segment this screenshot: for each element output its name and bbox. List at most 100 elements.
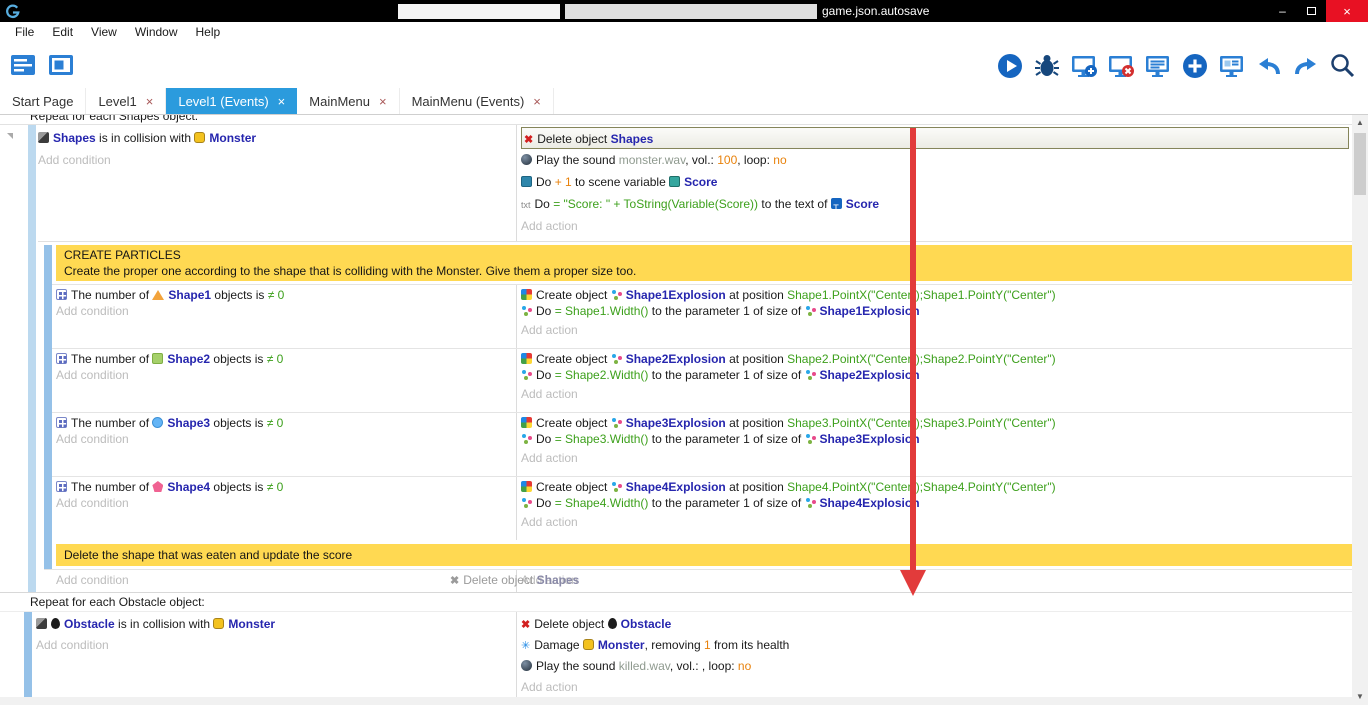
action-size-shape4explosion[interactable]: Do = Shape4.Width() to the parameter 1 o… [521, 495, 1352, 511]
tab-mainmenu-events[interactable]: MainMenu (Events) × [400, 88, 554, 114]
condition-shape3-count[interactable]: The number of Shape3 objects is ≠ 0 [56, 415, 516, 431]
conditions-cell[interactable]: Shapes is in collision with Monster Add … [38, 125, 517, 241]
event-row-empty[interactable]: Add condition Add action ✖Delete object … [44, 569, 1352, 592]
tab-start-page[interactable]: Start Page [0, 88, 86, 114]
create-object-icon [521, 289, 532, 300]
comment-delete-shape[interactable]: Delete the shape that was eaten and upda… [56, 544, 1352, 566]
search-icon[interactable] [1328, 51, 1358, 81]
monster-icon [213, 618, 224, 629]
add-scene-icon[interactable] [1069, 51, 1099, 81]
maximize-button[interactable] [1297, 0, 1326, 22]
add-action-link[interactable]: Add action [521, 215, 1352, 237]
add-condition-link[interactable]: Add condition [38, 149, 516, 171]
close-tab-icon[interactable]: × [278, 94, 286, 109]
play-preview-icon[interactable] [995, 51, 1025, 81]
menu-help[interactable]: Help [187, 22, 230, 43]
scene-list-icon[interactable] [1143, 51, 1173, 81]
comment-create-particles[interactable]: CREATE PARTICLES Create the proper one a… [56, 245, 1352, 281]
conditions-cell[interactable]: The number of Shape1 objects is ≠ 0 Add … [56, 285, 517, 348]
action-create-shape2explosion[interactable]: Create object Shape2Explosion at positio… [521, 351, 1352, 367]
scroll-down-icon[interactable]: ▼ [1352, 689, 1368, 705]
actions-cell[interactable]: Create object Shape4Explosion at positio… [517, 477, 1352, 540]
add-action-link[interactable]: Add action [521, 386, 1352, 402]
add-condition-link[interactable]: Add condition [56, 303, 516, 319]
action-create-shape1explosion[interactable]: Create object Shape1Explosion at positio… [521, 287, 1352, 303]
action-play-sound-killed[interactable]: Play the sound killed.wav, vol.: , loop:… [521, 656, 1352, 677]
fold-marker-icon[interactable] [7, 133, 13, 139]
event-row-obstacle-collision[interactable]: Obstacle is in collision with Monster Ad… [36, 612, 1352, 698]
scroll-up-icon[interactable]: ▲ [1352, 115, 1368, 131]
actions-cell[interactable]: Create object Shape1Explosion at positio… [517, 285, 1352, 348]
action-delete-shapes[interactable]: ✖Delete object Shapes [521, 127, 1349, 149]
menu-window[interactable]: Window [126, 22, 187, 43]
conditions-cell[interactable]: Obstacle is in collision with Monster Ad… [36, 612, 517, 698]
close-tab-icon[interactable]: × [146, 94, 154, 109]
conditions-cell[interactable]: The number of Shape4 objects is ≠ 0 Add … [56, 477, 517, 540]
foreach-shapes-header[interactable]: Repeat for each Shapes object: [0, 115, 1352, 125]
action-size-shape1explosion[interactable]: Do = Shape1.Width() to the parameter 1 o… [521, 303, 1352, 319]
add-object-icon[interactable] [1180, 51, 1210, 81]
menu-edit[interactable]: Edit [43, 22, 82, 43]
tab-level1[interactable]: Level1 × [86, 88, 166, 114]
condition-shape2-count[interactable]: The number of Shape2 objects is ≠ 0 [56, 351, 516, 367]
add-condition-link[interactable]: Add condition [36, 635, 516, 656]
action-set-text[interactable]: txtDo = "Score: " + ToString(Variable(Sc… [521, 193, 1352, 215]
undo-icon[interactable] [1254, 51, 1284, 81]
action-delete-obstacle[interactable]: ✖Delete object Obstacle [521, 614, 1352, 635]
close-tab-icon[interactable]: × [533, 94, 541, 109]
event-row-shape4[interactable]: The number of Shape4 objects is ≠ 0 Add … [44, 476, 1352, 540]
delete-scene-icon[interactable] [1106, 51, 1136, 81]
close-tab-icon[interactable]: × [379, 94, 387, 109]
edit-scene-icon[interactable] [1217, 51, 1247, 81]
condition-shape1-count[interactable]: The number of Shape1 objects is ≠ 0 [56, 287, 516, 303]
action-size-shape3explosion[interactable]: Do = Shape3.Width() to the parameter 1 o… [521, 431, 1352, 447]
actions-cell[interactable]: ✖Delete object Shapes Play the sound mon… [517, 125, 1352, 241]
add-action-link[interactable]: Add action [521, 514, 1352, 530]
open-project-icon[interactable] [8, 51, 38, 81]
add-action-link[interactable]: Add action [521, 450, 1352, 466]
event-row-shapes-collision[interactable]: Shapes is in collision with Monster Add … [38, 125, 1352, 242]
add-condition-link[interactable]: Add condition [56, 367, 516, 383]
add-action-link[interactable]: Add action [521, 677, 1352, 698]
actions-cell[interactable]: Create object Shape2Explosion at positio… [517, 349, 1352, 412]
action-scene-variable[interactable]: Do + 1 to scene variable Score [521, 171, 1352, 193]
menu-view[interactable]: View [82, 22, 126, 43]
debug-icon[interactable] [1032, 51, 1062, 81]
actions-cell[interactable]: ✖Delete object Obstacle ✳Damage Monster,… [517, 612, 1352, 698]
action-create-shape3explosion[interactable]: Create object Shape3Explosion at positio… [521, 415, 1352, 431]
action-play-sound[interactable]: Play the sound monster.wav, vol.: 100, l… [521, 149, 1352, 171]
add-action-link[interactable]: Add action [521, 572, 1352, 588]
window-title: game.json.autosave [398, 3, 929, 19]
tab-label: MainMenu (Events) [412, 94, 525, 109]
condition-shape4-count[interactable]: The number of Shape4 objects is ≠ 0 [56, 479, 516, 495]
tab-mainmenu[interactable]: MainMenu × [297, 88, 399, 114]
event-row-shape2[interactable]: The number of Shape2 objects is ≠ 0 Add … [44, 348, 1352, 412]
action-damage-monster[interactable]: ✳Damage Monster, removing 1 from its hea… [521, 635, 1352, 656]
horizontal-scrollbar[interactable] [0, 697, 1352, 705]
export-project-icon[interactable] [46, 51, 76, 81]
add-action-link[interactable]: Add action [521, 322, 1352, 338]
add-condition-link[interactable]: Add condition [56, 431, 516, 447]
damage-icon: ✳ [521, 640, 530, 652]
conditions-cell[interactable]: The number of Shape3 objects is ≠ 0 Add … [56, 413, 517, 476]
tab-level1-events[interactable]: Level1 (Events) × [166, 88, 297, 114]
condition-shapes-collision[interactable]: Shapes is in collision with Monster [38, 127, 516, 149]
add-condition-link[interactable]: Add condition [56, 572, 516, 588]
actions-cell[interactable]: Create object Shape3Explosion at positio… [517, 413, 1352, 476]
condition-obstacle-collision[interactable]: Obstacle is in collision with Monster [36, 614, 516, 635]
scrollbar-thumb[interactable] [1354, 133, 1366, 195]
action-create-shape4explosion[interactable]: Create object Shape4Explosion at positio… [521, 479, 1352, 495]
foreach-obstacle-header[interactable]: Repeat for each Obstacle object: [0, 593, 1352, 612]
close-button[interactable]: × [1326, 0, 1368, 22]
menu-file[interactable]: File [6, 22, 43, 43]
event-row-shape1[interactable]: The number of Shape1 objects is ≠ 0 Add … [44, 284, 1352, 348]
event-row-shape3[interactable]: The number of Shape3 objects is ≠ 0 Add … [44, 412, 1352, 476]
conditions-cell[interactable]: The number of Shape2 objects is ≠ 0 Add … [56, 349, 517, 412]
redo-icon[interactable] [1291, 51, 1321, 81]
conditions-cell[interactable]: Add condition [56, 570, 517, 592]
action-size-shape2explosion[interactable]: Do = Shape2.Width() to the parameter 1 o… [521, 367, 1352, 383]
minimize-button[interactable]: – [1268, 0, 1297, 22]
actions-cell[interactable]: Add action [517, 570, 1352, 592]
add-condition-link[interactable]: Add condition [56, 495, 516, 511]
vertical-scrollbar[interactable]: ▲ ▼ [1352, 115, 1368, 705]
